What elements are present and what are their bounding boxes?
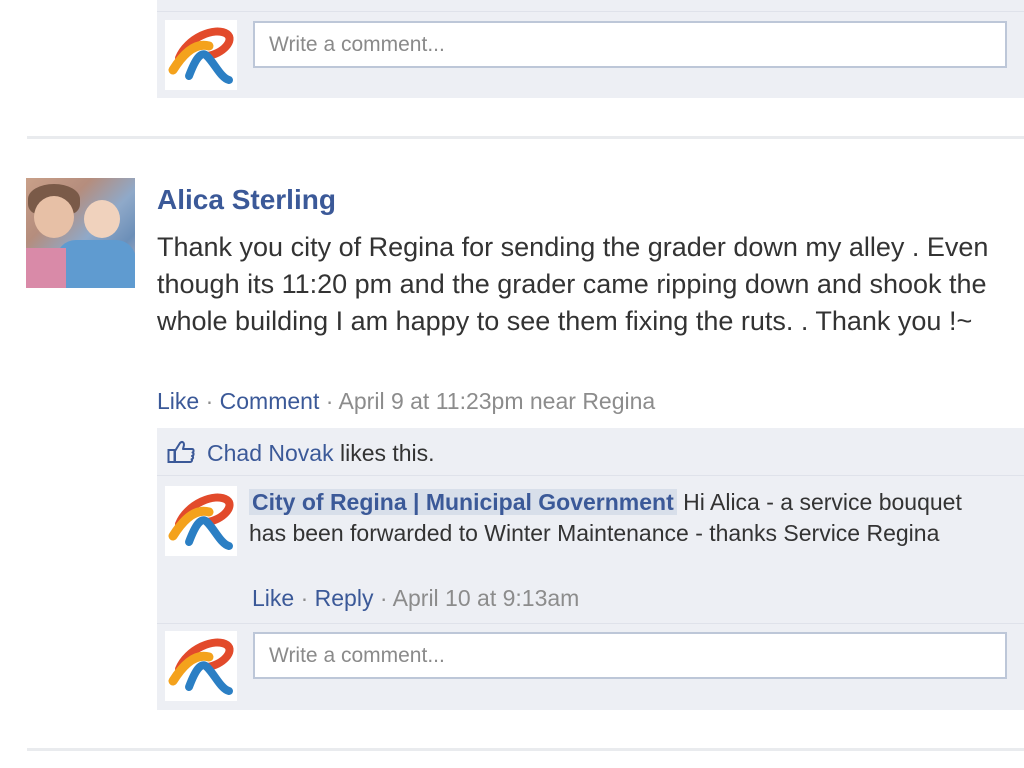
- post-feedback-panel: Chad Novak likes this. City of Regina | …: [157, 428, 1024, 710]
- post-divider: [27, 748, 1024, 751]
- divider: [157, 623, 1024, 624]
- city-of-regina-logo-icon: [165, 631, 237, 701]
- separator: ·: [379, 585, 388, 611]
- comment-link[interactable]: Comment: [220, 388, 320, 414]
- post-divider: [27, 136, 1024, 139]
- likes-suffix: likes this.: [339, 440, 435, 466]
- reply-comment: City of Regina | Municipal Government Hi…: [249, 487, 989, 549]
- reply-actions: Like · Reply · April 10 at 9:13am: [252, 585, 579, 612]
- avatar[interactable]: [26, 178, 135, 288]
- separator: ·: [300, 585, 309, 611]
- write-comment-input[interactable]: [253, 21, 1007, 68]
- liker-name[interactable]: Chad Novak: [207, 440, 334, 466]
- reply-author-name[interactable]: City of Regina | Municipal Government: [249, 489, 677, 515]
- post-author-name[interactable]: Alica Sterling: [157, 184, 336, 216]
- reply-link[interactable]: Reply: [315, 585, 374, 611]
- divider: [157, 475, 1024, 476]
- divider: [157, 11, 1024, 12]
- like-link[interactable]: Like: [157, 388, 199, 414]
- thumbs-up-icon: [167, 440, 195, 470]
- likes-sentence: Chad Novak likes this.: [167, 440, 435, 470]
- reply-timestamp[interactable]: April 10 at 9:13am: [393, 585, 580, 611]
- city-of-regina-logo-icon: [165, 20, 237, 90]
- write-comment-input[interactable]: [253, 632, 1007, 679]
- reply-like-link[interactable]: Like: [252, 585, 294, 611]
- separator: ·: [205, 388, 214, 414]
- post-actions: Like · Comment · April 9 at 11:23pm near…: [157, 388, 655, 415]
- post-text: Thank you city of Regina for sending the…: [157, 232, 989, 336]
- previous-post-comment-area: [157, 0, 1024, 98]
- post-timestamp[interactable]: April 9 at 11:23pm near Regina: [339, 388, 656, 414]
- separator: ·: [325, 388, 334, 414]
- city-of-regina-logo-icon[interactable]: [165, 486, 237, 556]
